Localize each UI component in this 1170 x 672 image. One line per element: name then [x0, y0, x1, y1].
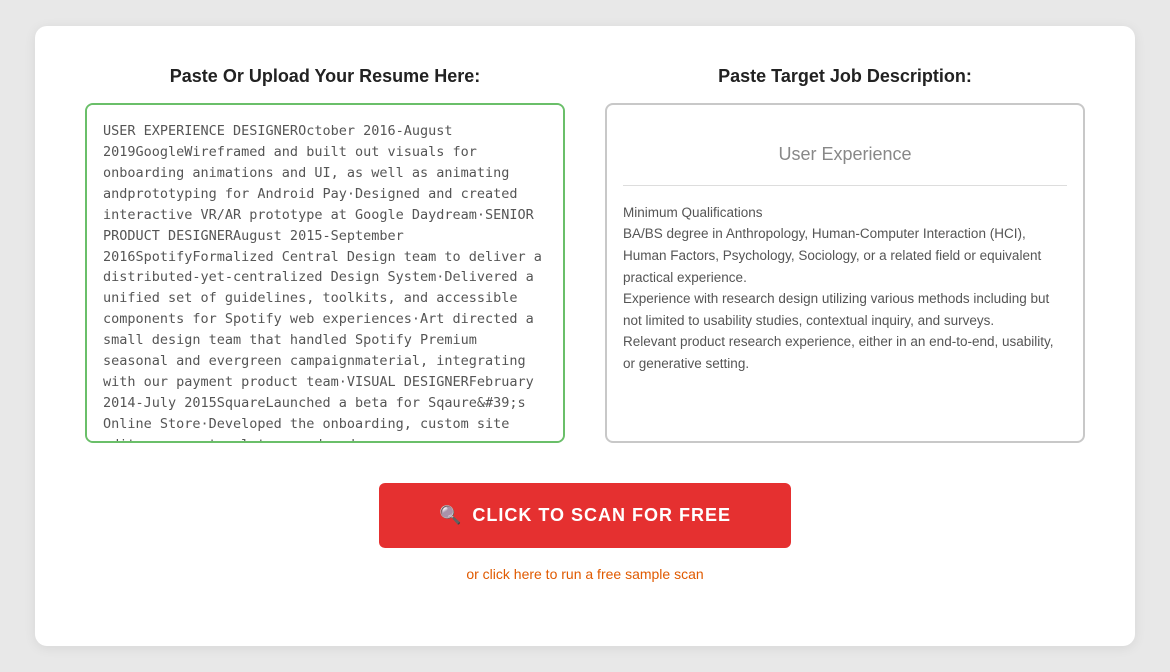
job-desc-column-title: Paste Target Job Description:: [605, 66, 1085, 87]
resume-column-title: Paste Or Upload Your Resume Here:: [85, 66, 565, 87]
sample-scan-link[interactable]: or click here to run a free sample scan: [466, 566, 703, 582]
resume-textarea[interactable]: USER EXPERIENCE DESIGNEROctober 2016-Aug…: [85, 103, 565, 443]
two-column-layout: Paste Or Upload Your Resume Here: USER E…: [85, 66, 1085, 443]
main-card: Paste Or Upload Your Resume Here: USER E…: [35, 26, 1135, 646]
resume-column: Paste Or Upload Your Resume Here: USER E…: [85, 66, 565, 443]
job-desc-box[interactable]: User Experience Minimum Qualifications B…: [605, 103, 1085, 443]
job-desc-column: Paste Target Job Description: User Exper…: [605, 66, 1085, 443]
job-desc-placeholder-title: User Experience: [623, 121, 1067, 186]
scan-button-label: CLICK TO SCAN FOR FREE: [472, 505, 731, 526]
sample-link-label: or click here to run a free sample scan: [466, 566, 703, 582]
search-icon: 🔍: [439, 505, 462, 526]
job-desc-content: Minimum Qualifications BA/BS degree in A…: [623, 202, 1067, 375]
scan-button[interactable]: 🔍 CLICK TO SCAN FOR FREE: [379, 483, 791, 548]
